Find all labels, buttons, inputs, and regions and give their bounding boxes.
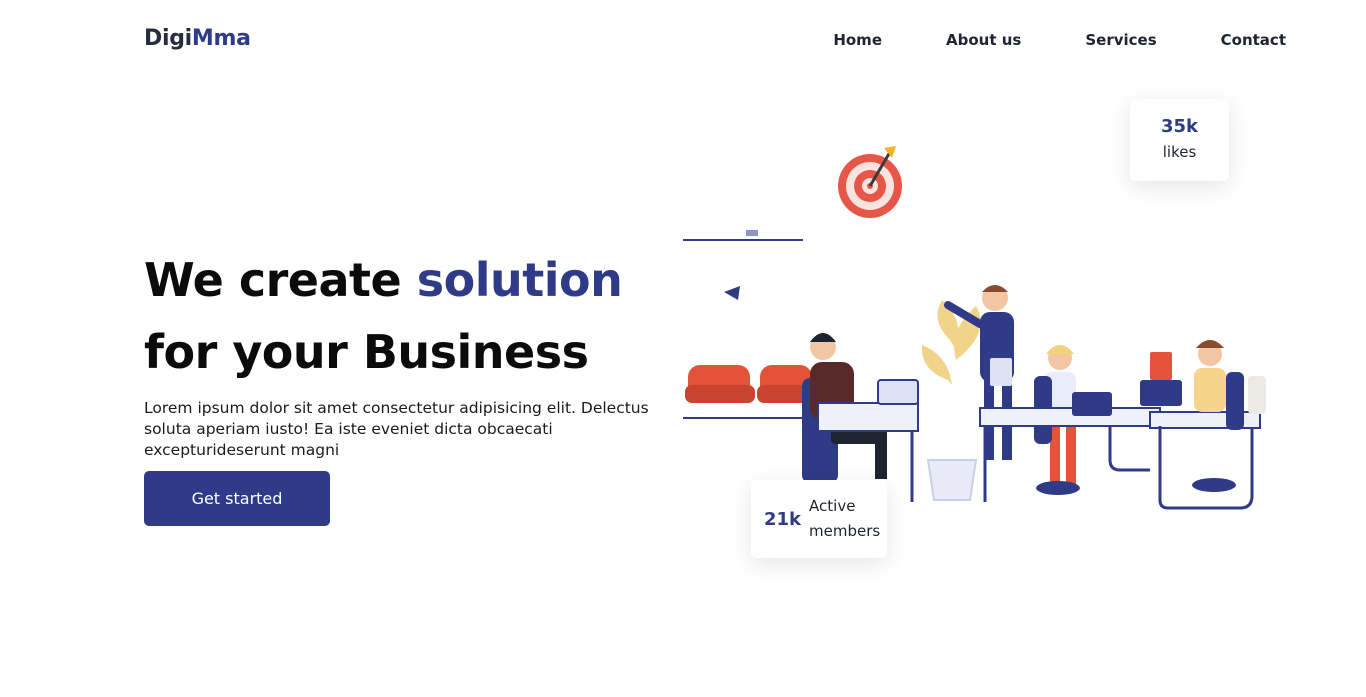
hero-title: We create solution for your Business (144, 244, 623, 388)
likes-value: 35k (1160, 116, 1199, 137)
office-illustration (683, 146, 1266, 510)
nav-about[interactable]: About us (946, 31, 1021, 49)
likes-label: likes (1162, 143, 1197, 161)
hero-title-line-2: for your Business (144, 325, 589, 379)
target-icon (838, 146, 902, 218)
nav-home[interactable]: Home (833, 31, 882, 49)
main-nav: Home About us Services Contact (833, 31, 1286, 49)
hero-description: Lorem ipsum dolor sit amet consectetur a… (144, 399, 649, 459)
hero-title-accent: solution (416, 253, 623, 307)
members-value: 21k (764, 508, 802, 530)
hero-title-part-1: We create (144, 253, 417, 307)
nav-contact[interactable]: Contact (1221, 31, 1286, 49)
get-started-button[interactable]: Get started (144, 471, 330, 526)
likes-stat-card: 35k likes (1130, 99, 1229, 181)
members-label: Active members (809, 497, 881, 540)
logo[interactable]: DigiMma (144, 26, 251, 51)
members-stat-card: 21k Active members (751, 480, 887, 558)
logo-part-1: Digi (144, 26, 192, 51)
logo-part-2: Mma (191, 26, 251, 51)
nav-services[interactable]: Services (1085, 31, 1156, 49)
